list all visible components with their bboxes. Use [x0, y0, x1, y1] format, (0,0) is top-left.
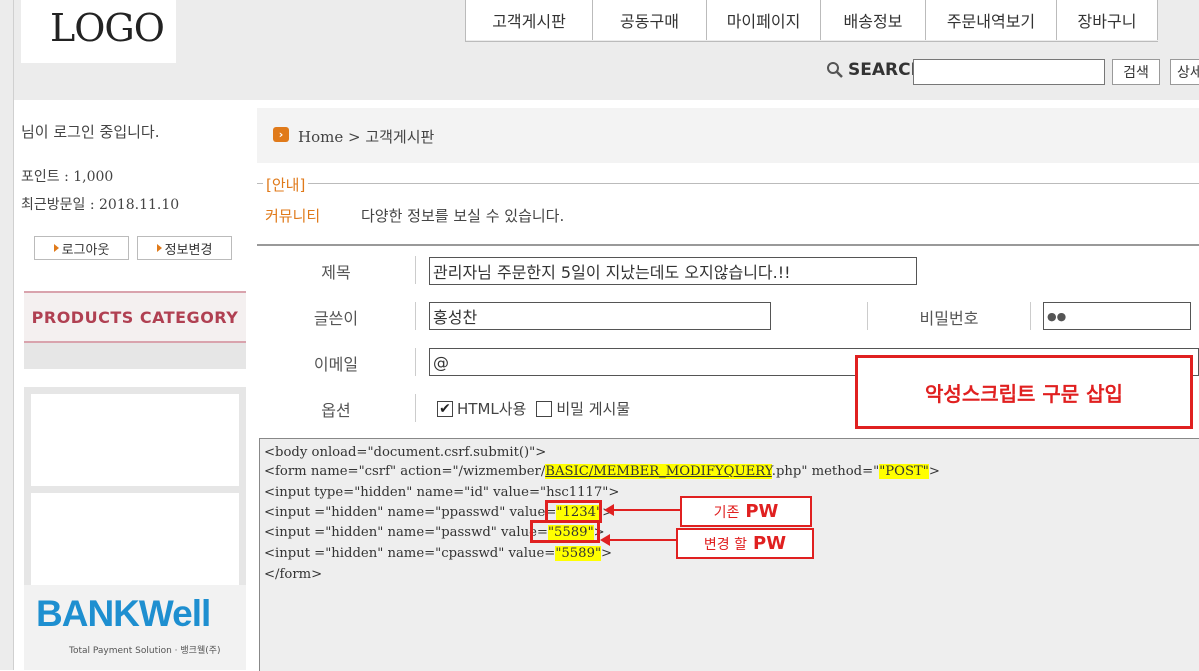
malicious-script-callout: 악성스크립트 구문 삽입 — [855, 355, 1193, 429]
edit-info-button[interactable]: 정보변경 — [137, 236, 232, 260]
logout-button[interactable]: 로그아웃 — [34, 236, 129, 260]
code-line-6: <input ="hidden" name="cpasswd" value="5… — [264, 546, 612, 561]
code-line-7: </form> — [264, 567, 322, 582]
code-highlight-action: BASIC/MEMBER_MODIFYQUERY — [545, 464, 772, 479]
arrow-line — [608, 539, 676, 541]
chevron-right-icon: › — [273, 127, 289, 142]
logout-label: 로그아웃 — [61, 241, 110, 257]
secret-checkbox[interactable] — [536, 400, 553, 417]
search-button[interactable]: 검색 — [1112, 59, 1160, 85]
code-text: > — [928, 464, 940, 479]
magnifier-icon — [827, 62, 843, 78]
separator — [1030, 302, 1031, 330]
banner-image-2[interactable] — [31, 493, 239, 587]
secret-option-label: 비밀 게시물 — [556, 400, 631, 418]
bankwell-banner[interactable]: BANKWell Total Payment Solution · 뱅크웰(주) — [24, 585, 246, 670]
nav-customer-board[interactable]: 고객게시판 — [466, 0, 593, 40]
code-line-1: <body onload="document.csrf.submit()"> — [264, 445, 546, 460]
code-text: <form name="csrf" action="/wizmember/ — [264, 464, 546, 479]
title-input[interactable]: 관리자님 주문한지 5일이 지났는데도 오지않습니다.!! — [429, 257, 917, 285]
new-pw-callout-bold: PW — [753, 533, 787, 554]
code-line-2: <form name="csrf" action="/wizmember/BAS… — [264, 464, 940, 479]
separator — [415, 394, 416, 422]
points-text: 포인트 : 1,000 — [21, 169, 114, 185]
option-label: 옵션 — [321, 401, 351, 420]
password-label: 비밀번호 — [919, 309, 979, 328]
html-option: ✔ HTML사용 비밀 게시물 — [437, 398, 630, 419]
code-text: <body onload="document.csrf.submit()"> — [264, 445, 547, 460]
html-option-label: HTML사용 — [457, 400, 527, 418]
code-text: <input ="hidden" name="ppasswd" value= — [264, 505, 557, 520]
arrow-line — [612, 509, 680, 511]
new-pw-callout-text: 변경 할 — [703, 536, 748, 553]
separator — [415, 302, 416, 330]
old-pw-callout: 기존 PW — [680, 496, 812, 527]
left-edge-strip — [0, 0, 14, 670]
logo[interactable]: LOGO — [50, 6, 165, 50]
old-pw-callout-text: 기존 — [713, 504, 740, 521]
writer-input[interactable]: 홍성찬 — [429, 302, 771, 330]
detail-search-button[interactable]: 상세 — [1170, 59, 1199, 85]
nav-shipping-info[interactable]: 배송정보 — [821, 0, 926, 40]
code-text: <input type="hidden" name="id" value="hs… — [264, 485, 620, 500]
writer-label: 글쓴이 — [313, 309, 359, 328]
notice-legend: [안내] — [263, 174, 309, 195]
separator — [415, 256, 416, 284]
code-highlight-confirm-pw: "5589" — [555, 546, 602, 561]
code-text: </form> — [264, 567, 323, 582]
nav-cart[interactable]: 장바구니 — [1057, 0, 1158, 40]
edit-info-label: 정보변경 — [164, 241, 213, 257]
email-label: 이메일 — [313, 355, 359, 374]
code-text: .php" method=" — [771, 464, 880, 479]
nav-group-buy[interactable]: 공동구매 — [593, 0, 707, 40]
bankwell-tagline: Total Payment Solution · 뱅크웰(주) — [69, 646, 221, 656]
code-text: > — [601, 546, 613, 561]
code-highlight-method: "POST" — [879, 464, 929, 479]
nav-order-history[interactable]: 주문내역보기 — [926, 0, 1057, 40]
last-visit-text: 최근방문일 : 2018.11.10 — [21, 197, 180, 213]
banner-slot-2 — [24, 486, 246, 594]
html-checkbox[interactable]: ✔ — [437, 400, 453, 417]
banner-image-1[interactable] — [31, 394, 239, 488]
nav-mypage[interactable]: 마이페이지 — [707, 0, 821, 40]
banner-slot-1 — [24, 387, 246, 495]
breadcrumb: Home > 고객게시판 — [298, 128, 435, 146]
code-text: <input ="hidden" name="passwd" value= — [264, 525, 548, 540]
arrow-right-icon — [53, 244, 59, 252]
title-label: 제목 — [321, 263, 351, 282]
new-pw-highlight-box — [530, 520, 600, 543]
arrow-right-icon — [156, 244, 162, 252]
search-input[interactable] — [913, 59, 1105, 85]
search-label: SEARCH — [826, 60, 925, 80]
top-nav: 고객게시판 공동구매 마이페이지 배송정보 주문내역보기 장바구니 — [465, 0, 1158, 42]
password-input[interactable]: ●● — [1043, 302, 1191, 330]
old-pw-callout-bold: PW — [745, 501, 779, 522]
login-status: 님이 로그인 중입니다. — [21, 123, 160, 141]
code-line-3: <input type="hidden" name="id" value="hs… — [264, 485, 619, 500]
separator — [415, 348, 416, 376]
notice-description: 다양한 정보를 보실 수 있습니다. — [361, 207, 565, 225]
community-label: 커뮤니티 — [265, 207, 321, 225]
products-category-header[interactable]: PRODUCTS CATEGORY — [24, 291, 246, 343]
new-pw-callout: 변경 할 PW — [676, 528, 814, 559]
bankwell-logo: BANKWell — [36, 593, 211, 634]
code-text: <input ="hidden" name="cpasswd" value= — [264, 546, 556, 561]
